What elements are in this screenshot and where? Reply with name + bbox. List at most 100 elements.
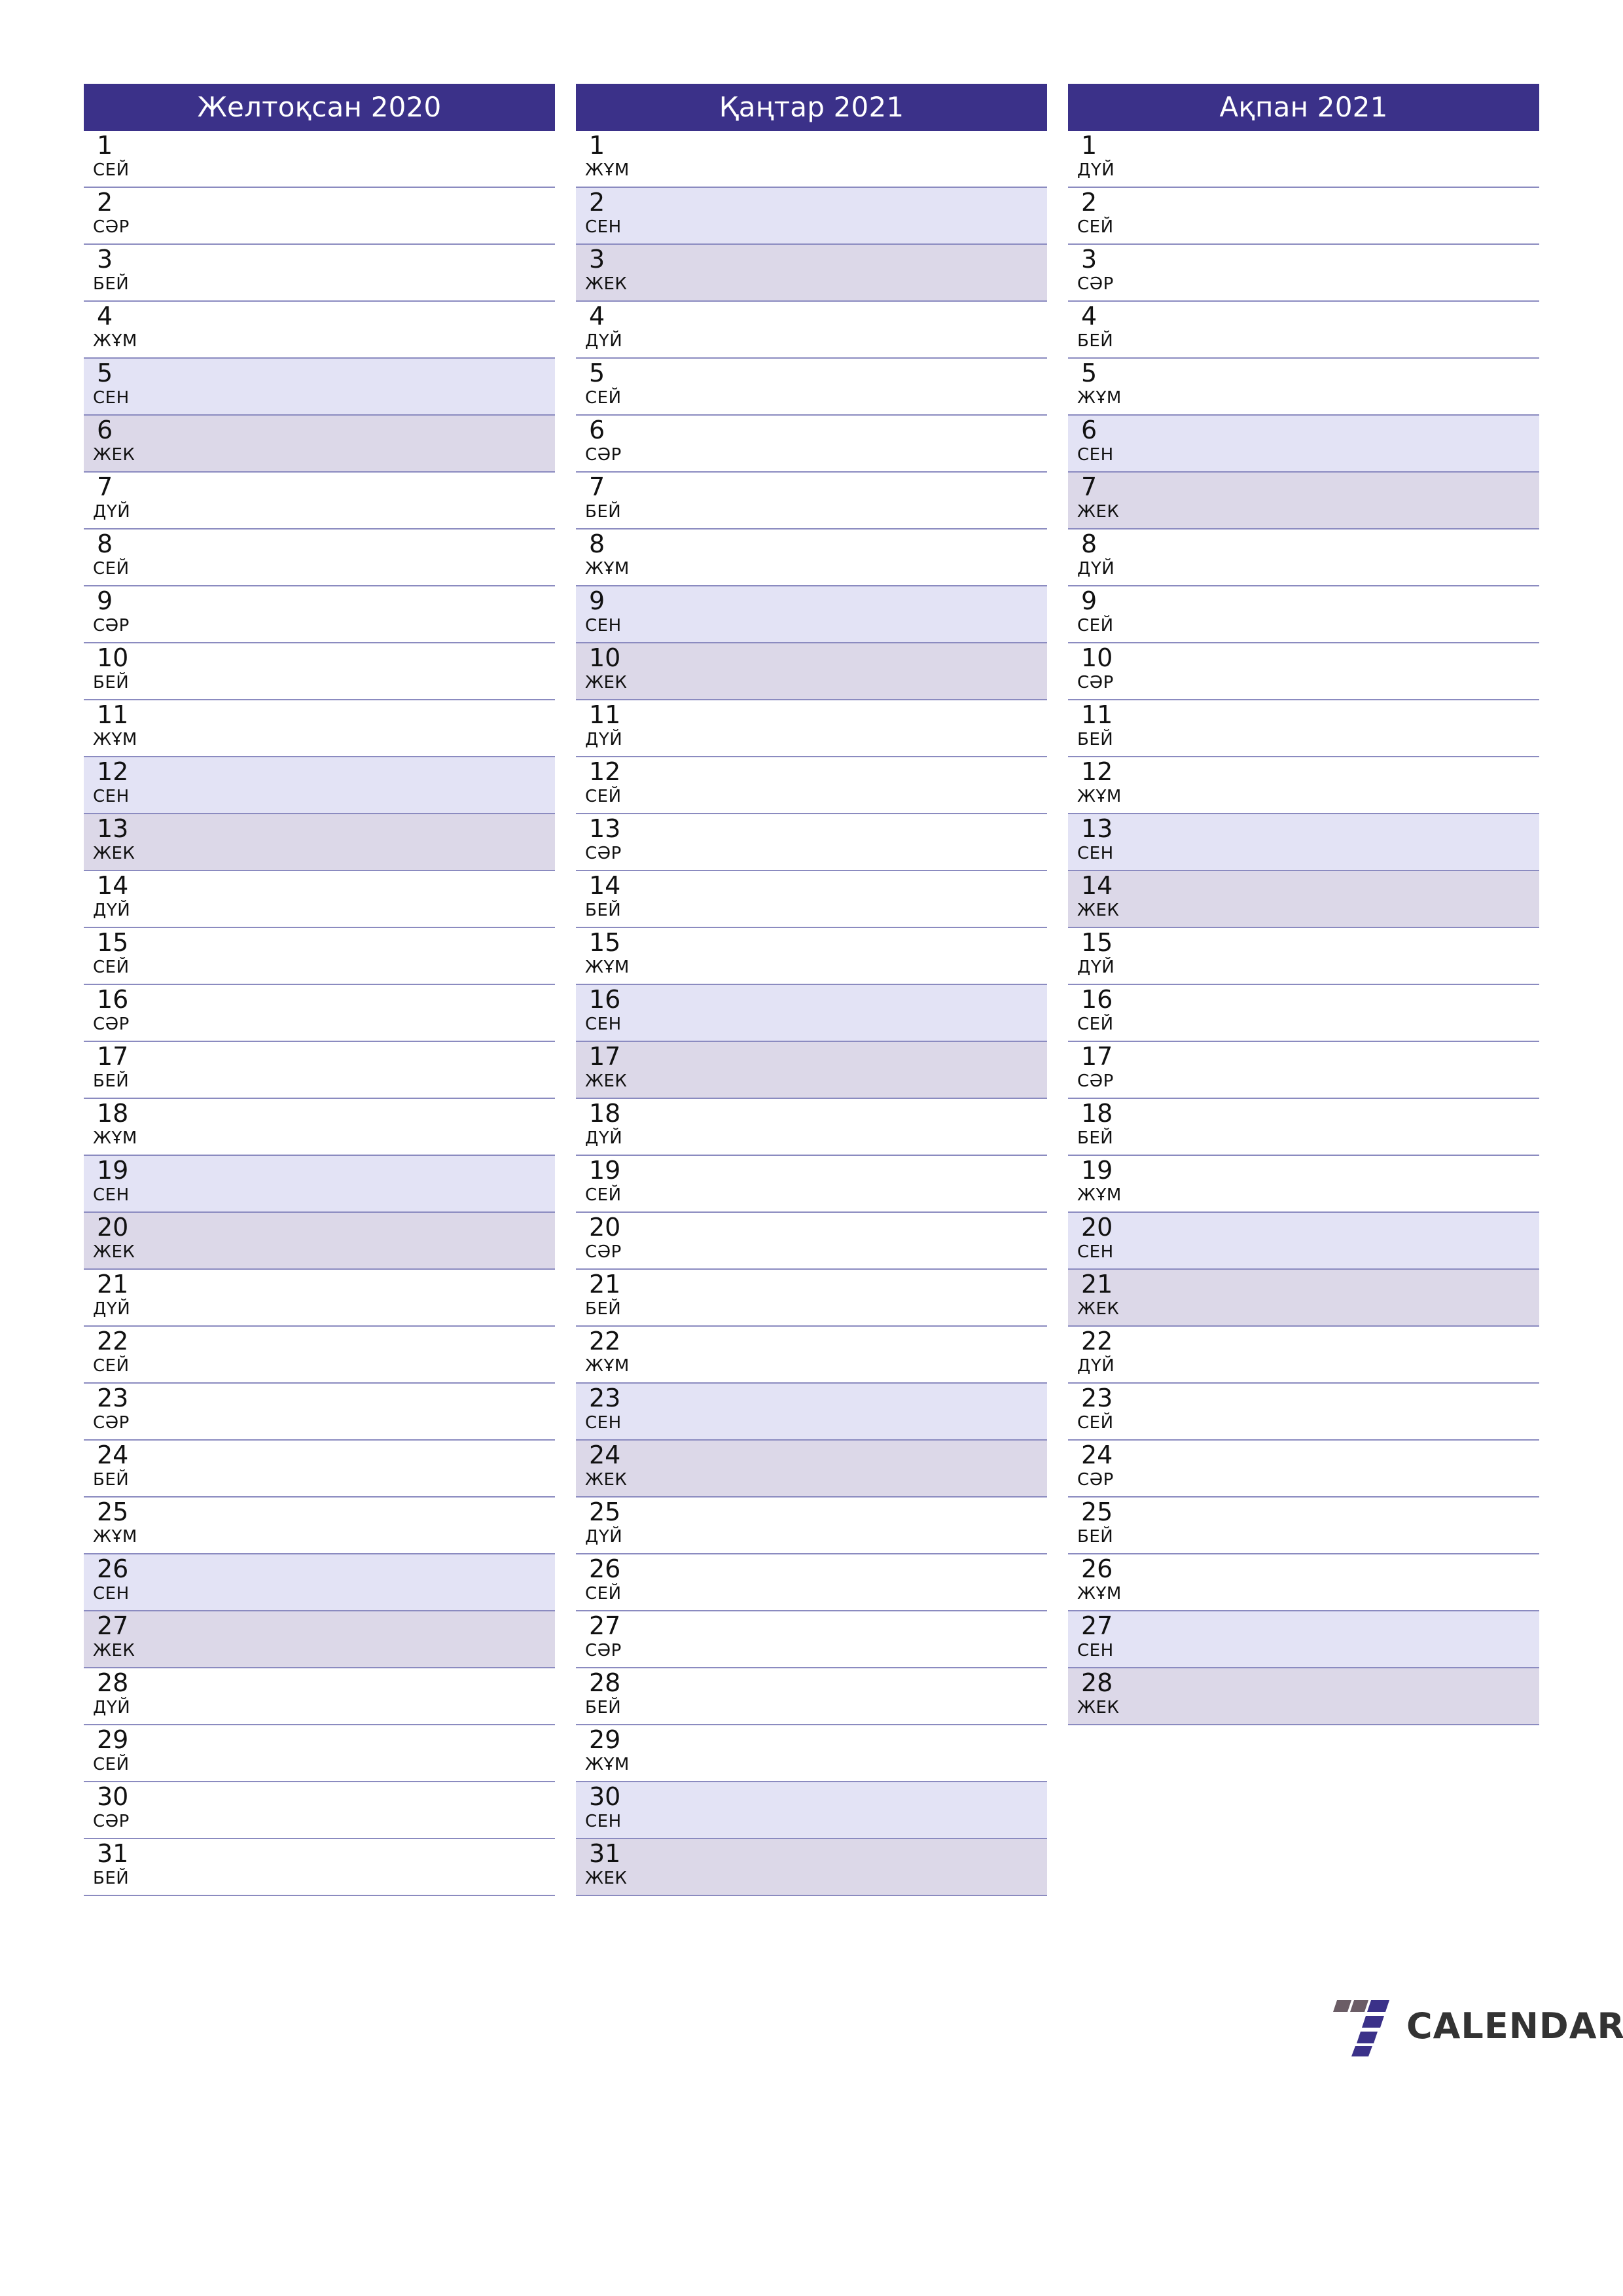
day-row[interactable]: 12 ЖҰМ [1068,757,1539,814]
day-row[interactable]: 7 БЕЙ [576,473,1047,529]
day-row[interactable]: 9 СЕЙ [1068,586,1539,643]
day-row[interactable]: 9 СЕН [576,586,1047,643]
day-row[interactable]: 14 ЖЕК [1068,871,1539,928]
day-row[interactable]: 22 ЖҰМ [576,1327,1047,1384]
day-row[interactable]: 21 ЖЕК [1068,1270,1539,1327]
day-row[interactable]: 20 ЖЕК [84,1213,555,1270]
day-row[interactable]: 17 СӘР [1068,1042,1539,1099]
day-row[interactable]: 9 СӘР [84,586,555,643]
day-row[interactable]: 23 СЕЙ [1068,1384,1539,1441]
day-row[interactable]: 15 ДҮЙ [1068,928,1539,985]
day-row[interactable]: 22 СЕЙ [84,1327,555,1384]
day-row[interactable]: 22 ДҮЙ [1068,1327,1539,1384]
day-row[interactable]: 25 ДҮЙ [576,1498,1047,1554]
day-row[interactable]: 28 ДҮЙ [84,1668,555,1725]
day-row[interactable]: 26 ЖҰМ [1068,1554,1539,1611]
day-number: 28 [589,1668,621,1697]
day-row[interactable]: 12 СЕЙ [576,757,1047,814]
day-row[interactable]: 5 СЕН [84,359,555,416]
day-row[interactable]: 11 ЖҰМ [84,700,555,757]
day-row[interactable]: 8 ЖҰМ [576,529,1047,586]
day-row[interactable]: 19 СЕЙ [576,1156,1047,1213]
day-row[interactable]: 23 СӘР [84,1384,555,1441]
day-row[interactable]: 23 СЕН [576,1384,1047,1441]
day-row[interactable]: 28 ЖЕК [1068,1668,1539,1725]
day-row[interactable]: 13 ЖЕК [84,814,555,871]
day-number: 12 [589,757,621,786]
day-row[interactable]: 19 СЕН [84,1156,555,1213]
day-row[interactable]: 4 БЕЙ [1068,302,1539,359]
day-row[interactable]: 6 СӘР [576,416,1047,473]
day-row[interactable]: 26 СЕЙ [576,1554,1047,1611]
day-row[interactable]: 5 ЖҰМ [1068,359,1539,416]
day-row[interactable]: 29 ЖҰМ [576,1725,1047,1782]
day-row[interactable]: 10 ЖЕК [576,643,1047,700]
day-row[interactable]: 15 СЕЙ [84,928,555,985]
day-row[interactable]: 21 ДҮЙ [84,1270,555,1327]
day-row[interactable]: 6 ЖЕК [84,416,555,473]
day-row[interactable]: 17 ЖЕК [576,1042,1047,1099]
day-row[interactable]: 16 СЕН [576,985,1047,1042]
day-row[interactable]: 26 СЕН [84,1554,555,1611]
month-column: Желтоқсан 2020 1 СЕЙ 2 СӘР 3 БЕЙ 4 ЖҰМ 5 СЕН 6 ЖЕК 7 Д… [84,84,555,1896]
day-row[interactable]: 24 СӘР [1068,1441,1539,1498]
day-row[interactable]: 27 ЖЕК [84,1611,555,1668]
day-row[interactable]: 21 БЕЙ [576,1270,1047,1327]
day-row[interactable]: 2 СӘР [84,188,555,245]
day-number: 28 [97,1668,129,1697]
day-row[interactable]: 20 СӘР [576,1213,1047,1270]
day-row[interactable]: 18 ДҮЙ [576,1099,1047,1156]
day-row[interactable]: 4 ЖҰМ [84,302,555,359]
day-row[interactable]: 10 СӘР [1068,643,1539,700]
day-row[interactable]: 3 СӘР [1068,245,1539,302]
day-row[interactable]: 6 СЕН [1068,416,1539,473]
day-row[interactable]: 30 СЕН [576,1782,1047,1839]
day-row[interactable]: 18 БЕЙ [1068,1099,1539,1156]
day-row[interactable]: 17 БЕЙ [84,1042,555,1099]
day-row[interactable]: 25 БЕЙ [1068,1498,1539,1554]
day-row[interactable]: 2 СЕЙ [1068,188,1539,245]
day-row[interactable]: 19 ЖҰМ [1068,1156,1539,1213]
day-weekday: СЕЙ [1077,217,1114,237]
day-row[interactable]: 2 СЕН [576,188,1047,245]
day-number: 31 [589,1839,621,1868]
day-row[interactable]: 7 ЖЕК [1068,473,1539,529]
day-row[interactable]: 16 СӘР [84,985,555,1042]
day-row[interactable]: 30 СӘР [84,1782,555,1839]
day-row[interactable]: 3 БЕЙ [84,245,555,302]
day-row[interactable]: 27 СЕН [1068,1611,1539,1668]
day-row[interactable]: 20 СЕН [1068,1213,1539,1270]
day-row[interactable]: 8 СЕЙ [84,529,555,586]
day-row[interactable]: 11 БЕЙ [1068,700,1539,757]
day-row[interactable]: 24 БЕЙ [84,1441,555,1498]
day-row[interactable]: 18 ЖҰМ [84,1099,555,1156]
day-row[interactable]: 27 СӘР [576,1611,1047,1668]
day-row[interactable]: 3 ЖЕК [576,245,1047,302]
day-row[interactable]: 7 ДҮЙ [84,473,555,529]
day-row[interactable]: 29 СЕЙ [84,1725,555,1782]
day-row[interactable]: 24 ЖЕК [576,1441,1047,1498]
day-row[interactable]: 11 ДҮЙ [576,700,1047,757]
day-row[interactable]: 1 СЕЙ [84,131,555,188]
day-row[interactable]: 13 СӘР [576,814,1047,871]
day-row[interactable]: 1 ЖҰМ [576,131,1047,188]
day-row[interactable]: 13 СЕН [1068,814,1539,871]
day-weekday: ДҮЙ [93,901,131,920]
day-row[interactable]: 14 ДҮЙ [84,871,555,928]
day-number: 22 [97,1327,129,1355]
day-row[interactable]: 31 ЖЕК [576,1839,1047,1896]
day-row[interactable]: 1 ДҮЙ [1068,131,1539,188]
day-row[interactable]: 31 БЕЙ [84,1839,555,1896]
day-row[interactable]: 16 СЕЙ [1068,985,1539,1042]
day-weekday: БЕЙ [1077,1527,1114,1547]
day-number: 1 [1081,131,1097,160]
day-row[interactable]: 4 ДҮЙ [576,302,1047,359]
day-row[interactable]: 5 СЕЙ [576,359,1047,416]
day-row[interactable]: 12 СЕН [84,757,555,814]
day-row[interactable]: 15 ЖҰМ [576,928,1047,985]
day-row[interactable]: 28 БЕЙ [576,1668,1047,1725]
day-row[interactable]: 10 БЕЙ [84,643,555,700]
day-row[interactable]: 8 ДҮЙ [1068,529,1539,586]
day-row[interactable]: 25 ЖҰМ [84,1498,555,1554]
day-row[interactable]: 14 БЕЙ [576,871,1047,928]
